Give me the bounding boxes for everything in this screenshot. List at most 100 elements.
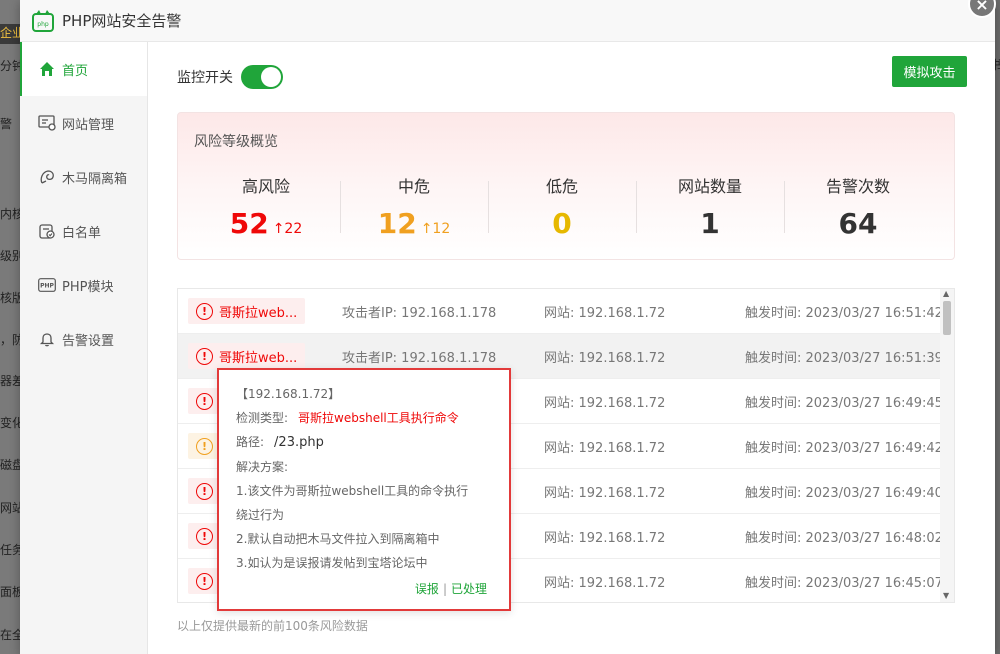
alert-site: 网站: 192.168.1.72 xyxy=(544,350,666,366)
risk-overview-title: 风险等级概览 xyxy=(194,134,278,150)
sidebar-item-php-module[interactable]: PHP PHP模块 xyxy=(20,258,147,312)
attacker-ip: 攻击者IP: 192.168.1.178 xyxy=(342,350,497,366)
attacker-ip: 攻击者IP: 192.168.1.178 xyxy=(342,305,497,321)
stat-label: 高风险 xyxy=(241,177,290,196)
sidebar-item-label: 白名单 xyxy=(62,225,102,241)
alert-site: 网站: 192.168.1.72 xyxy=(544,575,666,591)
home-icon xyxy=(38,60,56,78)
sidebar-item-label: 首页 xyxy=(62,63,89,79)
popup-solution-line: 1.该文件为哥斯拉webshell工具的命令执行 xyxy=(236,484,469,498)
sidebar-item-label: 木马隔离箱 xyxy=(62,171,128,187)
whitelist-icon xyxy=(38,222,56,240)
stat-delta: ↑12 xyxy=(420,221,451,237)
popup-path-label: 路径: xyxy=(236,435,265,449)
stat-alert-count: 告警次数 64 xyxy=(784,173,932,241)
sidebar-item-label: PHP模块 xyxy=(62,279,114,295)
sidebar-item-label: 告警设置 xyxy=(62,333,115,349)
monitor-switch-label: 监控开关 xyxy=(177,70,233,86)
popup-path-value: /23.php xyxy=(274,435,324,450)
sidebar-item-label: 网站管理 xyxy=(62,117,115,133)
popup-type: 检测类型: 哥斯拉webshell工具执行命令 xyxy=(236,406,492,430)
php-icon: PHP xyxy=(38,276,56,294)
bg-text: 分钟 xyxy=(0,59,22,73)
false-positive-link[interactable]: 误报 xyxy=(415,582,439,596)
stat-value: 1 xyxy=(700,207,720,240)
stat-site-count: 网站数量 1 xyxy=(636,173,784,241)
sidebar-item-home[interactable]: 首页 xyxy=(20,42,147,96)
alert-row[interactable]: ! 哥斯拉web... 攻击者IP: 192.168.1.178 网站: 192.… xyxy=(178,289,954,334)
list-scrollbar[interactable]: ▲ ▼ xyxy=(940,289,954,602)
monitor-toggle[interactable] xyxy=(241,65,283,89)
alert-type-tag[interactable]: ! 哥斯拉web... xyxy=(188,298,305,324)
stat-label: 告警次数 xyxy=(825,177,890,196)
bg-text: 在全 xyxy=(0,628,22,642)
alert-icon: ! xyxy=(196,437,213,455)
quarantine-icon xyxy=(38,168,56,186)
popup-type-label: 检测类型: xyxy=(236,411,289,425)
bg-text: 网站 xyxy=(0,501,22,515)
popup-path: 路径: /23.php xyxy=(236,430,492,455)
php-logo-icon: php xyxy=(32,9,54,32)
alert-time: 触发时间: 2023/03/27 16:49:40 xyxy=(745,485,943,501)
bg-text: 核版 xyxy=(0,291,22,305)
bg-text: 器差 xyxy=(0,374,22,388)
mark-handled-link[interactable]: 已处理 xyxy=(451,582,487,596)
bg-text: 变化 xyxy=(0,416,22,430)
alert-type-tag[interactable]: ! 哥斯拉web... xyxy=(188,343,305,369)
popup-type-value: 哥斯拉webshell工具执行命令 xyxy=(298,411,459,425)
stat-label: 网站数量 xyxy=(677,177,742,196)
scroll-down-icon[interactable]: ▼ xyxy=(943,591,949,600)
bg-text: ，防 xyxy=(0,333,22,347)
sidebar-item-alert-settings[interactable]: 告警设置 xyxy=(20,312,147,366)
stat-high-risk: 高风险 52 ↑22 xyxy=(192,173,340,241)
sidebar-item-whitelist[interactable]: 白名单 xyxy=(20,204,147,258)
simulate-attack-button[interactable]: 模拟攻击 xyxy=(892,56,967,87)
bg-text: 内核 xyxy=(0,207,22,221)
svg-text:PHP: PHP xyxy=(40,283,54,290)
popup-solution-line: 绕过行为 xyxy=(236,508,285,522)
stat-value: 0 xyxy=(552,207,572,240)
sidebar-item-site-management[interactable]: 网站管理 xyxy=(20,96,147,150)
risk-stats: 高风险 52 ↑22 中危 12 ↑12 低危 0 网站数量 1 告警次数 64 xyxy=(178,173,954,241)
alert-time: 触发时间: 2023/03/27 16:48:02 xyxy=(745,530,943,546)
stat-value: 52 xyxy=(229,207,269,240)
stat-medium-risk: 中危 12 ↑12 xyxy=(340,173,488,241)
window-header: php PHP网站安全告警 xyxy=(20,0,995,42)
popup-ip: 【192.168.1.72】 xyxy=(236,387,341,401)
window-title: PHP网站安全告警 xyxy=(62,12,182,30)
scroll-up-icon[interactable]: ▲ xyxy=(943,289,949,298)
stat-value: 64 xyxy=(838,207,878,240)
alert-icon: ! xyxy=(196,572,213,590)
sidebar: 首页 网站管理 木马隔离箱 白名单 PHP PHP模块 告警设置 xyxy=(20,42,148,654)
toolbar: 监控开关 模拟攻击 xyxy=(176,42,967,112)
sidebar-item-quarantine[interactable]: 木马隔离箱 xyxy=(20,150,147,204)
background-page: 企业 分钟 警 内核 级别 核版 ，防 器差 变化 磁盘 网站 任务 面板 在全 xyxy=(0,0,22,654)
alert-time: 触发时间: 2023/03/27 16:49:42 xyxy=(745,440,943,456)
svg-text:php: php xyxy=(37,21,49,28)
popup-solution-label: 解决方案: xyxy=(236,460,289,474)
popup-actions: 误报 | 已处理 xyxy=(415,580,487,597)
bg-text: 任务 xyxy=(0,543,22,557)
alert-site: 网站: 192.168.1.72 xyxy=(544,440,666,456)
popup-solution-line: 2.默认自动把木马文件拉入到隔离箱中 xyxy=(236,532,440,546)
bg-text: 警 xyxy=(0,117,13,131)
scroll-thumb[interactable] xyxy=(943,301,951,335)
alert-icon: ! xyxy=(196,527,213,545)
bg-text: 企业 xyxy=(0,24,22,44)
popup-solution-line: 3.如认为是误报请发帖到宝塔论坛中 xyxy=(236,556,428,570)
risk-overview-card: 风险等级概览 高风险 52↑22 中危 12↑12 低危 0 网站数量 1 xyxy=(177,112,955,260)
action-separator: | xyxy=(442,582,447,596)
alert-detail-popup: 【192.168.1.72】 检测类型: 哥斯拉webshell工具执行命令 路径… xyxy=(217,368,511,611)
bg-text: 磁盘 xyxy=(0,458,22,472)
alert-time: 触发时间: 2023/03/27 16:45:07 xyxy=(745,575,943,591)
alert-time: 触发时间: 2023/03/27 16:51:39 xyxy=(745,350,943,366)
stat-low-risk: 低危 0 xyxy=(488,173,636,241)
alert-site: 网站: 192.168.1.72 xyxy=(544,305,666,321)
list-footnote: 以上仅提供最新的前100条风险数据 xyxy=(177,619,368,633)
stat-delta: ↑22 xyxy=(272,221,303,237)
bg-text: 面板 xyxy=(0,585,22,599)
monitor-switch-group: 监控开关 xyxy=(177,65,283,89)
site-icon xyxy=(38,114,56,132)
alert-site: 网站: 192.168.1.72 xyxy=(544,530,666,546)
alert-time: 触发时间: 2023/03/27 16:51:42 xyxy=(745,305,943,321)
